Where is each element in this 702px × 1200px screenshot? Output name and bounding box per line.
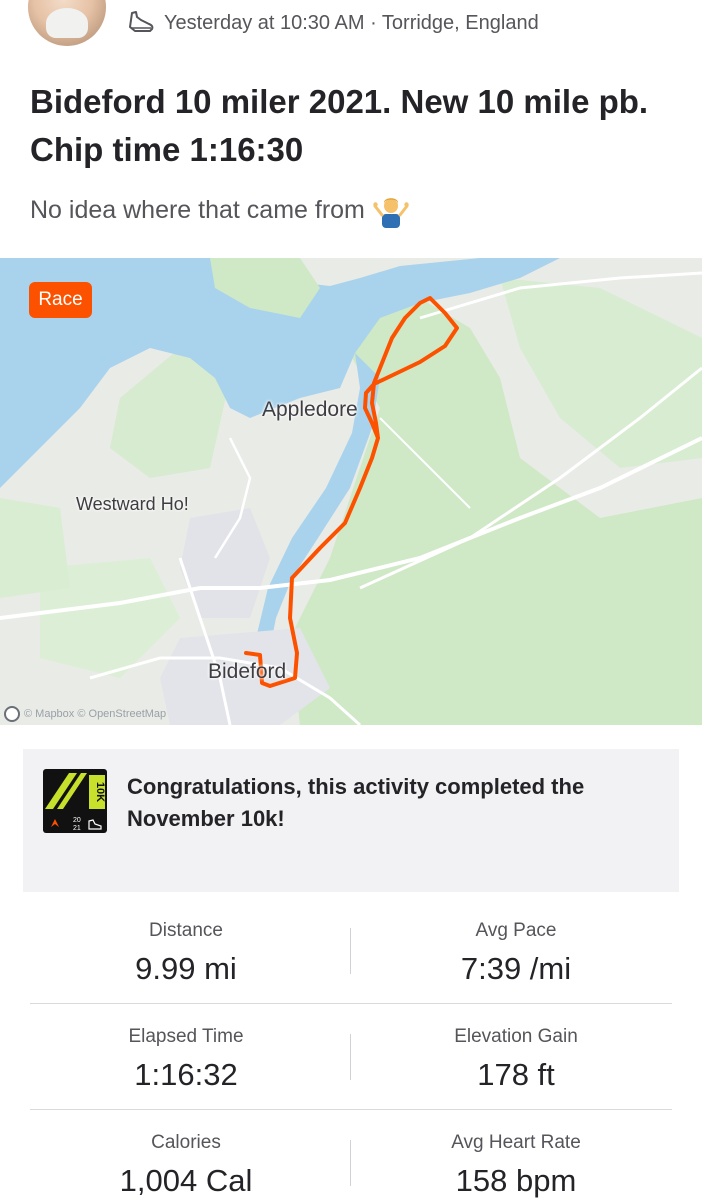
stat-value: 1,004 Cal bbox=[119, 1163, 253, 1198]
activity-title[interactable]: Bideford 10 miler 2021. New 10 mile pb. … bbox=[30, 78, 670, 174]
svg-text:21: 21 bbox=[73, 825, 81, 832]
activity-timestamp-location: Yesterday at 10:30 AM · Torridge, Englan… bbox=[164, 11, 539, 34]
stat-value: 178 ft bbox=[477, 1057, 555, 1092]
stat-row: Distance 9.99 mi Avg Pace 7:39 /mi bbox=[30, 898, 672, 1004]
stat-calories: Calories 1,004 Cal bbox=[30, 1132, 342, 1200]
challenge-banner[interactable]: 10K 20 21 Congratulations, this activity… bbox=[23, 749, 679, 892]
stat-avg-heart-rate: Avg Heart Rate 158 bpm bbox=[360, 1132, 672, 1200]
mapbox-logo-icon bbox=[4, 706, 20, 722]
person-shrugging-emoji bbox=[373, 198, 409, 228]
activity-header: Yesterday at 10:30 AM · Torridge, Englan… bbox=[0, 0, 702, 48]
map-attribution-text: © Mapbox © OpenStreetMap bbox=[24, 708, 167, 720]
svg-text:10K: 10K bbox=[94, 782, 106, 802]
stat-distance: Distance 9.99 mi bbox=[30, 920, 342, 990]
stat-divider bbox=[350, 1034, 351, 1080]
challenge-message: Congratulations, this activity completed… bbox=[127, 774, 585, 831]
stat-label: Calories bbox=[151, 1132, 221, 1153]
activity-meta: Yesterday at 10:30 AM · Torridge, Englan… bbox=[126, 8, 539, 38]
route-map[interactable]: Race Appledore Westward Ho! Bideford © M… bbox=[0, 258, 702, 725]
november-10k-badge-icon: 10K 20 21 bbox=[43, 769, 107, 833]
stat-divider bbox=[350, 928, 351, 974]
stat-avg-pace: Avg Pace 7:39 /mi bbox=[360, 920, 672, 990]
stat-elevation-gain: Elevation Gain 178 ft bbox=[360, 1026, 672, 1096]
map-attribution[interactable]: © Mapbox © OpenStreetMap bbox=[4, 706, 166, 722]
description-text: No idea where that came from bbox=[30, 195, 365, 224]
stat-elapsed-time: Elapsed Time 1:16:32 bbox=[30, 1026, 342, 1096]
activity-description: No idea where that came from bbox=[30, 192, 409, 228]
stat-row: Calories 1,004 Cal Avg Heart Rate 158 bp… bbox=[30, 1110, 672, 1200]
map-label-appledore: Appledore bbox=[262, 398, 358, 421]
stat-row: Elapsed Time 1:16:32 Elevation Gain 178 … bbox=[30, 1004, 672, 1110]
map-basemap bbox=[0, 258, 702, 725]
stat-label: Elapsed Time bbox=[128, 1026, 244, 1047]
race-badge: Race bbox=[29, 282, 92, 318]
stat-value: 158 bpm bbox=[455, 1163, 577, 1198]
stat-value: 1:16:32 bbox=[134, 1057, 238, 1092]
stat-label: Distance bbox=[149, 920, 223, 941]
activity-stats: Distance 9.99 mi Avg Pace 7:39 /mi Elaps… bbox=[30, 898, 672, 1200]
map-label-westward-ho: Westward Ho! bbox=[76, 494, 189, 514]
svg-text:20: 20 bbox=[73, 817, 81, 824]
stat-label: Avg Pace bbox=[475, 920, 557, 941]
map-label-bideford: Bideford bbox=[208, 660, 287, 683]
athlete-avatar[interactable] bbox=[28, 0, 106, 46]
stat-label: Elevation Gain bbox=[454, 1026, 578, 1047]
stat-divider bbox=[350, 1140, 351, 1186]
stat-value: 9.99 mi bbox=[135, 951, 237, 986]
shoe-icon bbox=[129, 11, 154, 32]
stat-value: 7:39 /mi bbox=[460, 951, 572, 986]
stat-label: Avg Heart Rate bbox=[451, 1132, 581, 1153]
